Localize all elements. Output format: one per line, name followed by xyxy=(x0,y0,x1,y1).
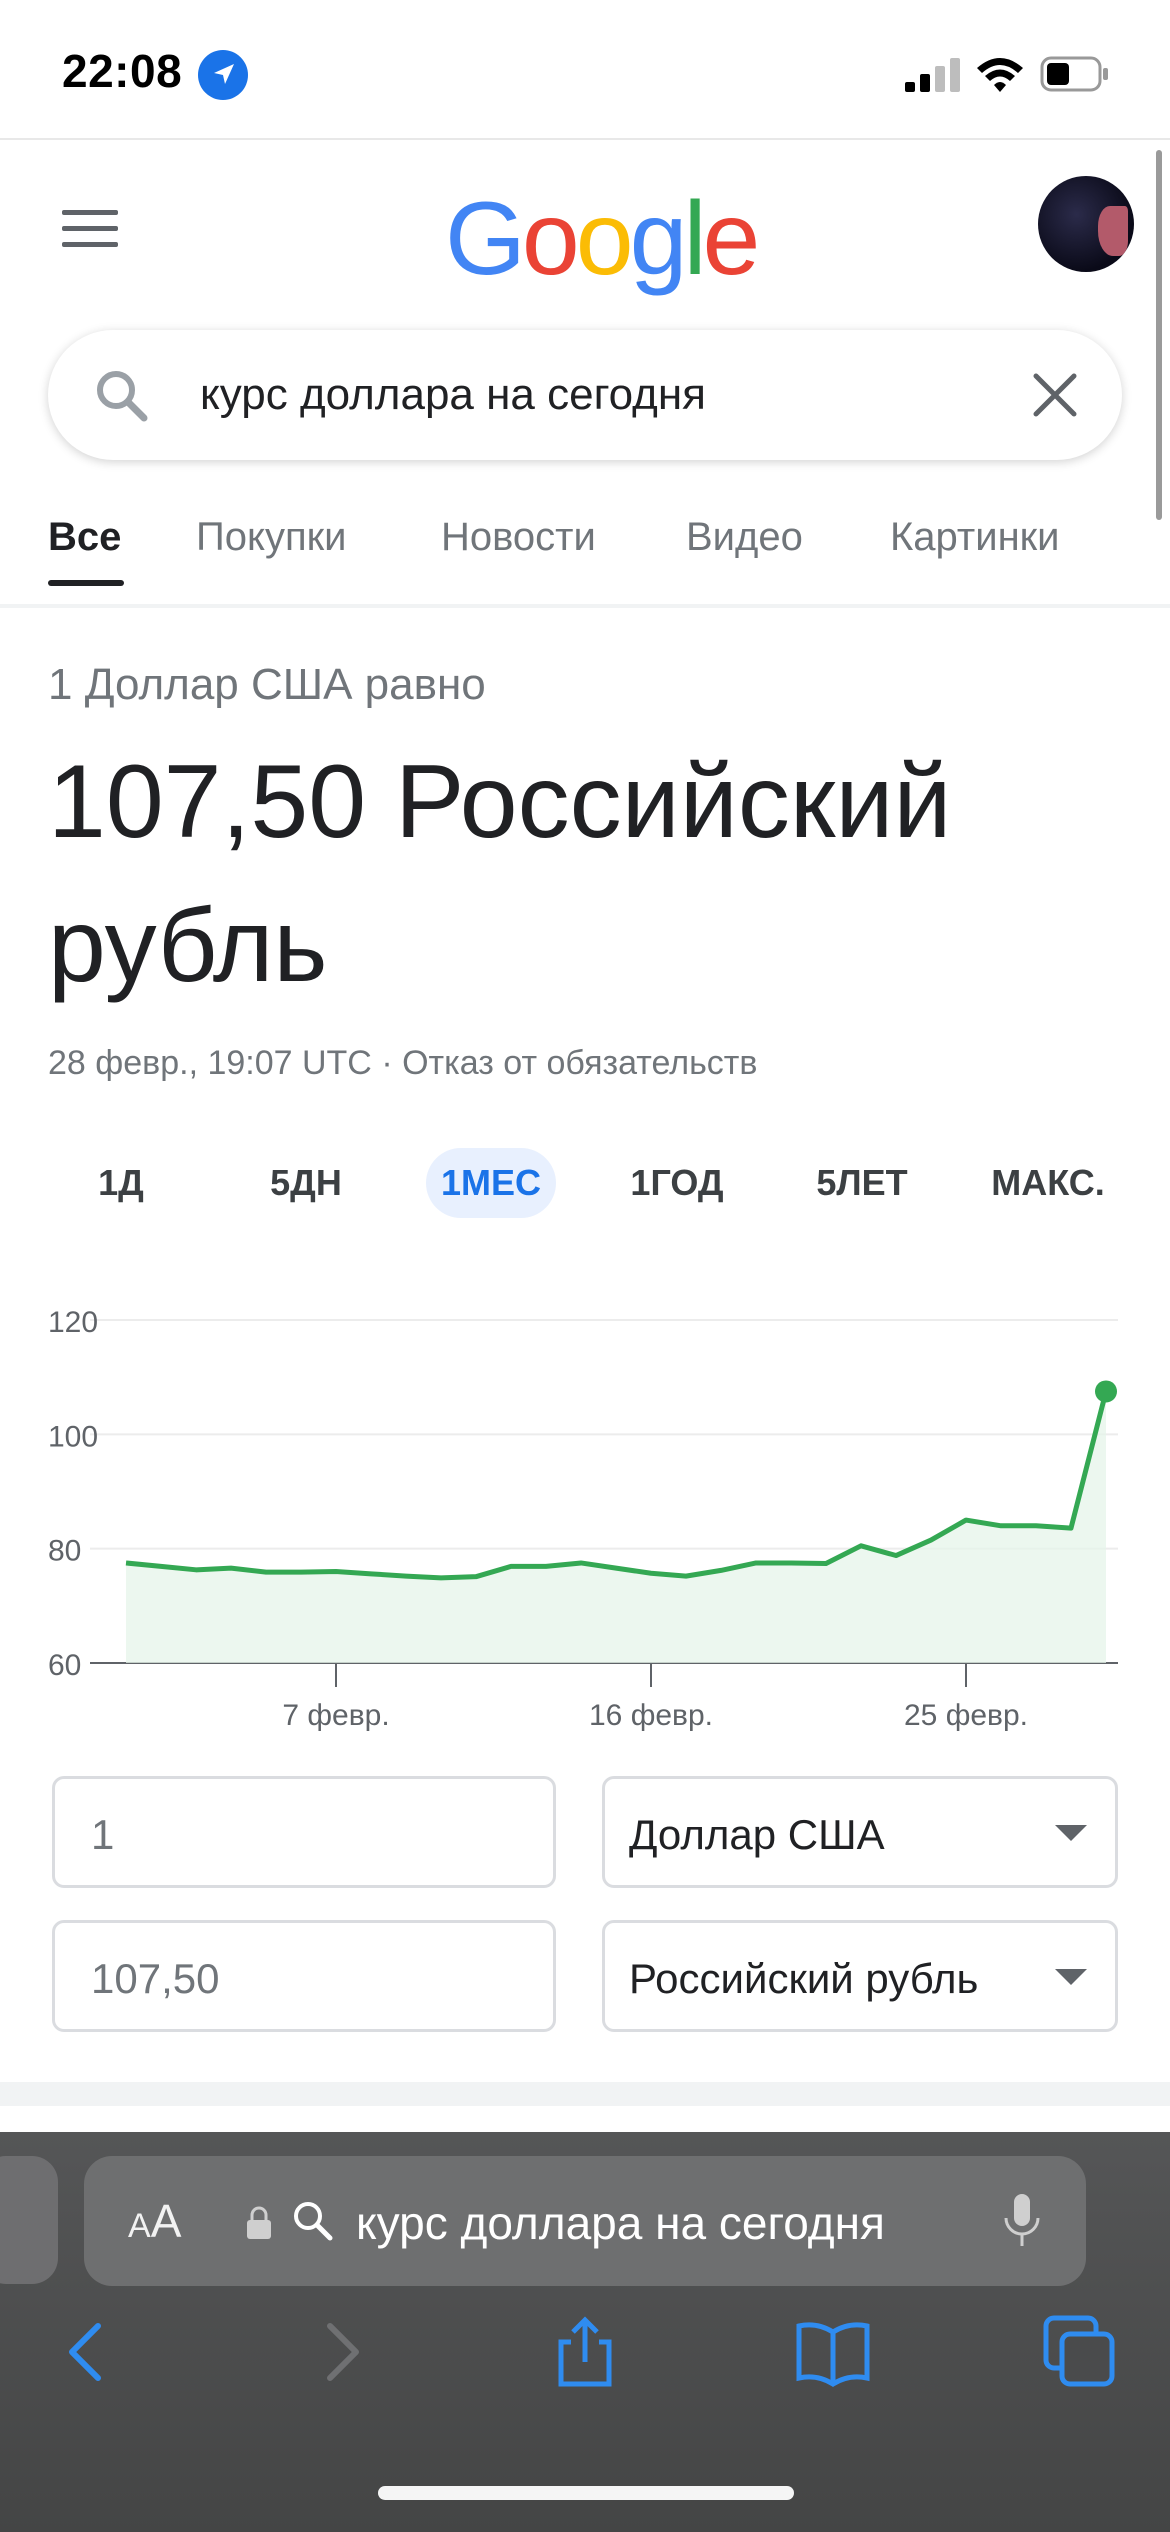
currency-from-select[interactable]: Доллар США xyxy=(602,1776,1118,1888)
page-scrollbar[interactable] xyxy=(1156,150,1162,520)
hamburger-menu-icon[interactable] xyxy=(62,210,118,250)
amount-from-value[interactable]: 1 xyxy=(91,1811,114,1859)
disclaimer-link[interactable]: Отказ от обязательств xyxy=(402,1044,757,1082)
search-icon xyxy=(290,2198,334,2242)
currency-to-value: Российский рубль xyxy=(629,1955,979,2002)
share-icon[interactable] xyxy=(545,2312,625,2392)
clear-search-icon[interactable] xyxy=(1026,366,1084,424)
chart-svg: 120 100 80 60 7 февр. 16 февр. 25 февр. xyxy=(48,1306,1118,1732)
tab-images[interactable]: Картинки xyxy=(890,515,1060,560)
tab-news[interactable]: Новости xyxy=(441,515,596,560)
period-5y[interactable]: 5ЛЕТ xyxy=(800,1148,924,1218)
reader-text-size-button[interactable]: AA xyxy=(128,2194,181,2248)
conversion-label: 1 Доллар США равно xyxy=(48,660,486,709)
microphone-icon[interactable] xyxy=(1002,2192,1042,2252)
currency-from-value: Доллар США xyxy=(629,1811,885,1858)
conversion-meta: 28 февр., 19:07 UTC · Отказ от обязатель… xyxy=(48,1044,757,1083)
y-tick-label: 80 xyxy=(48,1535,81,1568)
bookmarks-icon[interactable] xyxy=(793,2312,873,2392)
period-5d[interactable]: 5ДН xyxy=(246,1148,366,1218)
address-bar[interactable]: AA курс доллара на сегодня xyxy=(84,2156,1086,2286)
lock-icon xyxy=(246,2206,272,2240)
conversion-value: 107,50 Российский рубль xyxy=(48,744,952,1004)
period-1d[interactable]: 1Д xyxy=(66,1148,176,1218)
account-avatar[interactable] xyxy=(1038,176,1134,272)
status-bar: 22:08 xyxy=(0,0,1170,140)
x-tick-label: 7 февр. xyxy=(282,1699,389,1732)
tab-shopping[interactable]: Покупки xyxy=(196,515,346,560)
battery-icon xyxy=(1040,56,1110,92)
logo-letter: o xyxy=(521,181,580,297)
wifi-icon xyxy=(975,54,1025,94)
exchange-rate-chart[interactable]: 120 100 80 60 7 февр. 16 февр. 25 февр. xyxy=(0,1280,1170,1740)
divider xyxy=(0,2082,1170,2106)
conversion-date: 28 февр., 19:07 UTC xyxy=(48,1044,372,1082)
google-logo[interactable]: Google xyxy=(445,180,760,297)
forward-arrow-icon[interactable] xyxy=(300,2312,380,2392)
tab-videos[interactable]: Видео xyxy=(686,515,803,560)
y-tick-label: 60 xyxy=(48,1649,81,1682)
location-arrow-icon xyxy=(198,50,248,100)
search-box[interactable]: курс доллара на сегодня xyxy=(48,330,1122,460)
y-tick-label: 100 xyxy=(48,1420,98,1453)
previous-tab-peek[interactable] xyxy=(0,2156,58,2284)
divider xyxy=(0,604,1170,608)
search-tabs: Все Покупки Новости Видео Картинки xyxy=(0,505,1170,605)
last-value-point xyxy=(1095,1380,1117,1403)
home-indicator xyxy=(378,2486,794,2500)
meta-separator: · xyxy=(371,1044,403,1082)
status-time: 22:08 xyxy=(62,45,183,97)
back-arrow-icon[interactable] xyxy=(48,2312,128,2392)
active-tab-indicator xyxy=(48,580,124,586)
logo-letter: o xyxy=(575,181,634,297)
address-text[interactable]: курс доллара на сегодня xyxy=(356,2196,885,2250)
logo-letter: l xyxy=(683,181,706,297)
currency-to-select[interactable]: Российский рубль xyxy=(602,1920,1118,2032)
area-fill xyxy=(126,1391,1106,1663)
tab-all[interactable]: Все xyxy=(48,515,121,560)
x-tick-label: 16 февр. xyxy=(589,1699,713,1732)
amount-to-value[interactable]: 107,50 xyxy=(91,1955,219,2003)
period-max[interactable]: МАКС. xyxy=(976,1148,1120,1218)
logo-letter: g xyxy=(629,181,688,297)
x-tick-label: 25 февр. xyxy=(904,1699,1028,1732)
cellular-signal-icon xyxy=(905,56,961,92)
period-selector: 1Д 5ДН 1МЕС 1ГОД 5ЛЕТ МАКС. xyxy=(0,1148,1170,1218)
logo-letter: G xyxy=(445,181,526,297)
safari-toolbar: AA курс доллара на сегодня xyxy=(0,2132,1170,2532)
period-1m[interactable]: 1МЕС xyxy=(426,1148,556,1218)
amount-to-field[interactable]: 107,50 xyxy=(52,1920,556,2032)
logo-letter: e xyxy=(702,181,761,297)
dropdown-arrow-icon xyxy=(1055,1825,1087,1841)
search-icon xyxy=(92,366,152,426)
tabs-icon[interactable] xyxy=(1040,2312,1120,2392)
dropdown-arrow-icon xyxy=(1055,1969,1087,1985)
y-tick-label: 120 xyxy=(48,1306,98,1339)
search-input[interactable]: курс доллара на сегодня xyxy=(200,370,706,420)
amount-from-field[interactable]: 1 xyxy=(52,1776,556,1888)
period-1y[interactable]: 1ГОД xyxy=(612,1148,742,1218)
